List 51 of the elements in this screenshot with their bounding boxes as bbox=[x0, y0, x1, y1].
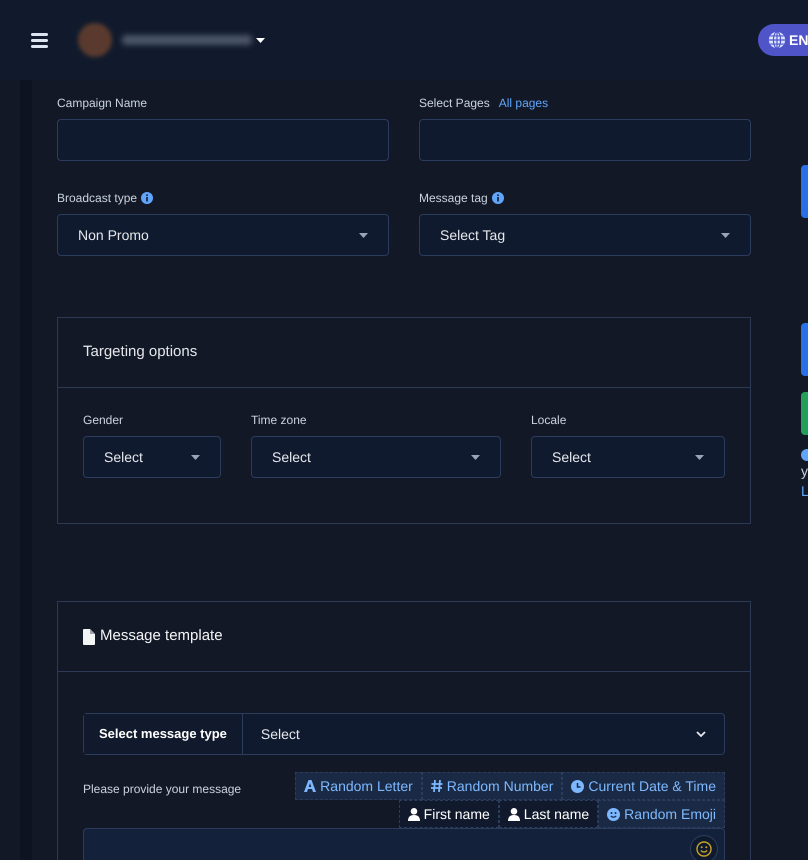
caret-icon bbox=[721, 232, 730, 238]
card-title: Message template bbox=[100, 626, 223, 646]
smiley-icon bbox=[696, 841, 712, 857]
side-panel-text: L bbox=[801, 482, 808, 501]
field-label: Broadcast type bbox=[57, 190, 138, 207]
info-icon[interactable] bbox=[141, 192, 154, 204]
caret-icon bbox=[695, 454, 704, 460]
field-label: Time zone bbox=[251, 412, 308, 428]
message-type-select[interactable]: Select message type Select bbox=[83, 713, 725, 755]
dropdown-select[interactable]: Select bbox=[83, 436, 221, 478]
avatar bbox=[78, 23, 112, 57]
all-pages-link[interactable]: All pages bbox=[498, 94, 548, 112]
field-label: Locale bbox=[531, 412, 568, 428]
dropdown-select[interactable]: Select bbox=[251, 436, 501, 478]
caret-icon bbox=[191, 454, 200, 460]
insert-button[interactable]: Random Number bbox=[422, 772, 562, 800]
message-tag-select[interactable]: Select Tag bbox=[419, 214, 751, 256]
caret-icon[interactable] bbox=[256, 38, 265, 42]
hash-icon bbox=[430, 780, 443, 792]
select-value: Select bbox=[260, 724, 300, 744]
insert-button[interactable]: First name bbox=[398, 800, 499, 828]
caret-icon bbox=[471, 454, 480, 460]
info-icon[interactable] bbox=[492, 192, 504, 204]
field-label: Message tag bbox=[419, 190, 488, 207]
menu-icon[interactable] bbox=[31, 32, 48, 48]
select-label: Select message type bbox=[84, 714, 243, 754]
user-icon bbox=[408, 808, 420, 820]
user-icon bbox=[508, 808, 520, 820]
broadcast-type-select[interactable]: Non Promo bbox=[57, 214, 389, 256]
insert-button[interactable]: Random Letter bbox=[295, 772, 422, 800]
chevron-icon bbox=[696, 731, 706, 737]
message-label: Please provide your message bbox=[83, 781, 242, 798]
clock-icon bbox=[571, 780, 584, 792]
pages-input[interactable] bbox=[419, 119, 751, 161]
smiley-icon bbox=[607, 808, 620, 820]
campaign-name-input[interactable] bbox=[57, 119, 389, 161]
caret-icon bbox=[359, 232, 368, 238]
field-label: Campaign Name bbox=[57, 95, 148, 111]
emoji-button[interactable] bbox=[690, 835, 718, 860]
side-panel-text: y bbox=[801, 462, 808, 481]
field-label: Select Pages bbox=[419, 95, 490, 112]
insert-button[interactable]: Current Date & Time bbox=[562, 772, 725, 800]
dropdown-select[interactable]: Select bbox=[531, 436, 725, 478]
language-button[interactable]: EN bbox=[758, 24, 808, 56]
letter-icon bbox=[304, 780, 316, 792]
field-label: Gender bbox=[83, 412, 124, 428]
globe-icon bbox=[768, 31, 786, 49]
insert-button[interactable]: Random Emoji bbox=[598, 800, 725, 828]
insert-button[interactable]: Last name bbox=[498, 800, 598, 828]
document-icon bbox=[83, 628, 95, 644]
card-title: Targeting options bbox=[83, 342, 198, 362]
